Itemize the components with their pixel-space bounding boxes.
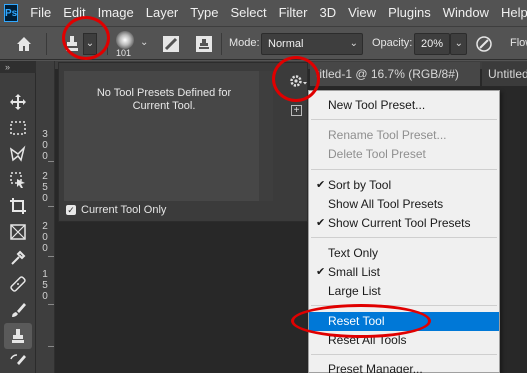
preset-list-scrollbar[interactable] xyxy=(259,71,273,201)
menu-item-rename-tool-preset: Rename Tool Preset... xyxy=(328,128,447,142)
healing-brush-tool-icon[interactable] xyxy=(4,271,32,297)
mode-label: Mode: xyxy=(229,37,260,49)
menu-select[interactable]: Select xyxy=(224,0,272,26)
toggle-brush-panel-icon[interactable] xyxy=(161,34,181,54)
document-tab-active[interactable]: titled-1 @ 16.7% (RGB/8#) xyxy=(310,62,480,86)
new-preset-plus-icon[interactable]: + xyxy=(291,105,302,116)
menu-help[interactable]: Help xyxy=(495,0,527,26)
brush-tip-preview-icon[interactable] xyxy=(116,31,134,49)
chevron-down-icon: ⌄ xyxy=(85,38,95,49)
menu-item-show-all-tool-presets[interactable]: Show All Tool Presets xyxy=(309,195,499,214)
menu-item-small-list[interactable]: ✔ Small List xyxy=(309,263,499,282)
object-selection-tool-icon[interactable] xyxy=(4,167,32,193)
menu-item-reset-all-tools[interactable]: Reset All Tools xyxy=(309,331,499,350)
menu-image[interactable]: Image xyxy=(92,0,140,26)
ruler-label: 5 xyxy=(42,182,48,193)
flow-label: Flow xyxy=(510,37,527,49)
menu-bar: Ps File Edit Image Layer Type Select Fil… xyxy=(0,0,527,26)
options-bar: ⌄ 101 ⌄ Mode: Normal ⌄ Opacity: 20% ⌄ Fl… xyxy=(0,26,527,60)
marquee-tool-icon[interactable] xyxy=(4,115,32,141)
document-tab[interactable]: Untitled xyxy=(482,62,527,86)
opacity-label: Opacity: xyxy=(372,37,413,49)
menu-item-text-only[interactable]: Text Only xyxy=(309,244,499,263)
frame-tool-icon[interactable] xyxy=(4,219,32,245)
opacity-value: 20% xyxy=(421,38,444,50)
check-icon: ✔ xyxy=(316,217,326,229)
lasso-tool-icon[interactable] xyxy=(4,141,32,167)
ruler-label: 1 xyxy=(42,269,48,280)
opacity-input[interactable]: 20% xyxy=(414,33,450,55)
home-icon[interactable] xyxy=(14,34,34,54)
crop-tool-icon[interactable] xyxy=(4,193,32,219)
opacity-dropdown-button[interactable]: ⌄ xyxy=(450,33,467,55)
gear-icon xyxy=(290,75,307,87)
menu-item-reset-tool[interactable]: Reset Tool xyxy=(309,312,499,331)
clone-stamp-tool-icon[interactable] xyxy=(4,323,32,349)
menu-3d[interactable]: 3D xyxy=(313,0,342,26)
menu-item-new-tool-preset[interactable]: New Tool Preset... xyxy=(309,96,499,115)
ruler-label: 0 xyxy=(42,243,48,254)
mode-select[interactable]: Normal ⌄ xyxy=(261,33,363,55)
ruler-label: 0 xyxy=(42,140,48,151)
check-icon: ✔ xyxy=(316,179,326,191)
tools-panel: » xyxy=(0,61,36,373)
check-icon: ✔ xyxy=(316,266,326,278)
preset-list[interactable]: No Tool Presets Defined for Current Tool… xyxy=(64,71,264,201)
menu-layer[interactable]: Layer xyxy=(140,0,185,26)
ruler-label: 3 xyxy=(42,129,48,140)
menu-window[interactable]: Window xyxy=(437,0,495,26)
mode-value: Normal xyxy=(268,38,304,50)
menu-item-large-list[interactable]: Large List xyxy=(309,282,499,301)
tool-presets-context-menu: New Tool Preset... Rename Tool Preset...… xyxy=(308,90,500,373)
panel-options-gear-button[interactable] xyxy=(287,71,309,91)
menu-view[interactable]: View xyxy=(342,0,382,26)
tool-preset-picker-button[interactable]: ⌄ xyxy=(83,33,97,55)
vertical-ruler: 3 0 0 2 5 0 2 0 0 1 5 0 xyxy=(36,61,55,373)
menu-type[interactable]: Type xyxy=(184,0,224,26)
ruler-label: 2 xyxy=(42,171,48,182)
eyedropper-tool-icon[interactable] xyxy=(4,245,32,271)
ruler-label: 0 xyxy=(42,193,48,204)
current-tool-only-checkbox[interactable]: ✓ xyxy=(66,205,76,215)
brush-size-value: 101 xyxy=(116,48,132,58)
toolbar-collapse-button[interactable]: » xyxy=(0,61,36,73)
brush-picker-chevron-icon[interactable]: ⌄ xyxy=(140,37,148,48)
ruler-label: 0 xyxy=(42,291,48,302)
clone-stamp-preset-icon[interactable] xyxy=(62,33,82,55)
ruler-label: 2 xyxy=(42,221,48,232)
menu-item-show-current-tool-presets[interactable]: ✔ Show Current Tool Presets xyxy=(309,214,499,233)
pressure-opacity-icon[interactable] xyxy=(474,34,494,54)
ruler-label: 0 xyxy=(42,232,48,243)
menu-item-sort-by-tool[interactable]: ✔ Sort by Tool xyxy=(309,176,499,195)
menu-item-preset-manager[interactable]: Preset Manager... xyxy=(309,360,499,373)
brush-tool-icon[interactable] xyxy=(4,297,32,323)
menu-item-delete-tool-preset: Delete Tool Preset xyxy=(328,147,426,161)
menu-plugins[interactable]: Plugins xyxy=(382,0,437,26)
tool-presets-panel: No Tool Presets Defined for Current Tool… xyxy=(58,62,308,222)
current-tool-only-label: Current Tool Only xyxy=(81,204,167,216)
menu-edit[interactable]: Edit xyxy=(57,0,91,26)
toggle-clone-source-panel-icon[interactable] xyxy=(194,34,214,54)
menu-filter[interactable]: Filter xyxy=(273,0,314,26)
chevron-down-icon: ⌄ xyxy=(349,38,358,49)
chevron-down-icon: ⌄ xyxy=(454,38,463,49)
empty-presets-message: No Tool Presets Defined for Current Tool… xyxy=(96,87,232,112)
check-icon: ✓ xyxy=(67,204,75,215)
photoshop-logo: Ps xyxy=(4,4,19,22)
history-brush-tool-icon[interactable] xyxy=(4,349,32,373)
move-tool-icon[interactable] xyxy=(4,89,32,115)
menu-file[interactable]: File xyxy=(24,0,57,26)
ruler-label: 5 xyxy=(42,280,48,291)
